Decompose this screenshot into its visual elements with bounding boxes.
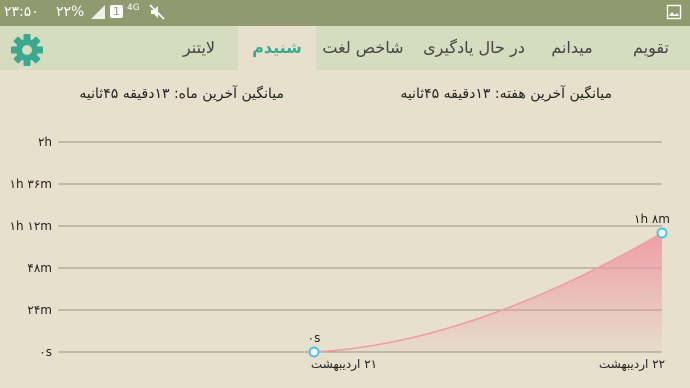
y-tick-label: ۱h ۳۶m — [10, 177, 52, 191]
x-tick-label: ۲۱ اردیبهشت — [311, 357, 377, 372]
y-tick-label: ۱h ۱۲m — [10, 219, 52, 233]
tab-known[interactable]: میدانم — [536, 26, 608, 70]
tab-calendar[interactable]: تقویم — [616, 26, 686, 70]
month-average: میانگین آخرین ماه: ۱۳دقیقه ۴۵ثانیه — [79, 86, 284, 102]
tab-learning[interactable]: در حال یادگیری — [412, 26, 536, 70]
gallery-icon — [666, 4, 682, 24]
tab-bar: لایتنر شنیدم شاخص لغت در حال یادگیری مید… — [0, 26, 690, 70]
time-chart: ۰s ۲۴m ۴۸m ۱h ۱۲m ۱h ۳۶m ۲h ۰s ۱h ۸m ۲۱ اردیبهشت… — [10, 135, 670, 372]
battery-level: ۲۲% — [56, 4, 85, 20]
signal-icon — [90, 4, 106, 24]
y-tick-label: ۰s — [39, 345, 52, 359]
status-bar: ۲۳:۵۰ ۲۲% 1 4G — [0, 0, 690, 26]
sim-badge: 1 — [110, 5, 123, 18]
data-label: ۰s — [308, 331, 321, 345]
gear-icon[interactable] — [10, 33, 44, 67]
tab-heard[interactable]: شنیدم — [238, 26, 316, 70]
tab-word-index[interactable]: شاخص لغت — [316, 26, 410, 70]
y-tick-label: ۲h — [38, 135, 52, 149]
mute-icon — [149, 4, 165, 24]
data-point — [656, 227, 668, 239]
tab-leitner[interactable]: لایتنر — [160, 26, 238, 70]
clock: ۲۳:۵۰ — [4, 4, 39, 20]
y-tick-label: ۲۴m — [27, 303, 52, 317]
network-type: 4G — [127, 3, 140, 13]
x-tick-label: ۲۲ اردیبهشت — [599, 357, 665, 372]
week-average: میانگین آخرین هفته: ۱۳دقیقه ۴۵ثانیه — [400, 86, 612, 102]
series-area — [314, 233, 662, 352]
y-tick-label: ۴۸m — [27, 261, 52, 275]
data-point — [308, 346, 320, 358]
data-label: ۱h ۸m — [634, 212, 670, 226]
